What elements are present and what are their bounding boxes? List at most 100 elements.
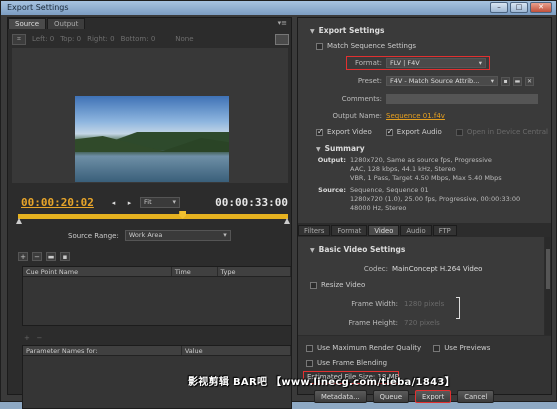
crop-bottom[interactable]: Bottom: 0 xyxy=(121,35,156,43)
basic-video-heading[interactable]: ▼ Basic Video Settings xyxy=(310,245,405,254)
preset-row: Preset: F4V - Match Source Attrib... ▪ ▬… xyxy=(350,76,534,86)
frame-width-label: Frame Width: xyxy=(351,300,398,308)
previews-checkbox[interactable] xyxy=(433,344,441,352)
max-render-label: Use Maximum Render Quality xyxy=(317,344,422,352)
export-settings-heading[interactable]: ▼ Export Settings xyxy=(310,26,384,35)
maximize-button[interactable]: □ xyxy=(510,2,528,13)
resize-label: Resize Video xyxy=(321,281,366,289)
work-area-bar[interactable] xyxy=(18,214,288,219)
video-settings-section: ▼ Basic Video Settings Codec: MainConcept… xyxy=(298,237,544,335)
expand-triangle-icon[interactable]: ▼ xyxy=(310,28,315,35)
col-type[interactable]: Type xyxy=(218,267,291,276)
param-table-header: Parameter Names for: Value xyxy=(23,346,291,356)
left-tabs: Source Output xyxy=(8,18,86,30)
match-sequence-row[interactable]: Match Sequence Settings xyxy=(316,42,416,50)
format-label: Format: xyxy=(354,59,382,67)
export-button[interactable]: Export xyxy=(415,390,452,403)
zoom-fit-select[interactable]: Fit xyxy=(140,197,180,208)
max-render-checkbox[interactable] xyxy=(306,344,313,352)
panel-menu-icon[interactable]: ▾≡ xyxy=(278,19,287,27)
source-range-select[interactable]: Work Area xyxy=(124,230,231,241)
resize-checkbox[interactable] xyxy=(310,281,317,289)
frame-blending-checkbox[interactable] xyxy=(306,359,313,367)
comments-input[interactable] xyxy=(386,94,538,104)
window-title: Export Settings xyxy=(7,3,69,12)
col-value[interactable]: Value xyxy=(182,346,291,355)
crop-left[interactable]: Left: 0 xyxy=(32,35,54,43)
previews-label: Use Previews xyxy=(444,344,491,352)
resize-row[interactable]: Resize Video xyxy=(310,281,365,289)
tab-output[interactable]: Output xyxy=(47,18,86,29)
aspect-view-icon[interactable] xyxy=(275,34,289,45)
export-audio-checkbox[interactable] xyxy=(385,127,393,136)
preview-area xyxy=(12,48,288,183)
summary-source: Source: Sequence, Sequence 01 1280x720 (… xyxy=(316,186,520,213)
set-out-point-icon[interactable]: ▸ xyxy=(124,198,135,208)
tab-ftp[interactable]: FTP xyxy=(432,225,457,236)
remove-cue-icon[interactable]: − xyxy=(32,252,42,261)
minimize-button[interactable]: – xyxy=(490,2,508,13)
crop-right[interactable]: Right: 0 xyxy=(87,35,114,43)
crop-top[interactable]: Top: 0 xyxy=(60,35,81,43)
scroll-thumb[interactable] xyxy=(546,249,550,289)
frame-blending-label: Use Frame Blending xyxy=(317,359,388,367)
current-timecode[interactable]: 00:00:20:02 xyxy=(21,196,94,209)
save-icon[interactable]: ▪ xyxy=(60,252,70,261)
crop-icon[interactable]: ⌗ xyxy=(12,33,26,45)
add-cue-icon[interactable]: + xyxy=(18,252,28,261)
window-controls: – □ ✕ xyxy=(490,2,552,13)
tab-filters[interactable]: Filters xyxy=(298,225,331,236)
queue-button[interactable]: Queue xyxy=(372,390,410,403)
frame-height-value: 720 pixels xyxy=(404,319,440,327)
summary-output: Output: 1280x720, Same as source fps, Pr… xyxy=(316,156,502,183)
delete-preset-icon[interactable]: ✕ xyxy=(525,76,534,86)
video-triangle-icon[interactable]: ▼ xyxy=(310,247,315,254)
video-scrollbar[interactable] xyxy=(545,237,551,335)
preset-select[interactable]: F4V - Match Source Attrib... xyxy=(386,76,498,86)
col-cue-name[interactable]: Cue Point Name xyxy=(23,267,172,276)
tab-format[interactable]: Format xyxy=(331,225,368,236)
frame-width-row: Frame Width: 1280 pixels xyxy=(328,300,444,308)
summary-output-label: Output: xyxy=(317,156,346,164)
title-bar: Export Settings – □ ✕ xyxy=(1,1,556,15)
format-select[interactable]: FLV | F4V xyxy=(386,58,486,68)
folder-icon[interactable]: ▬ xyxy=(46,252,56,261)
metadata-button[interactable]: Metadata... xyxy=(314,390,367,403)
summary-triangle-icon[interactable]: ▼ xyxy=(316,146,321,153)
format-row: Format: FLV | F4V xyxy=(350,58,486,68)
match-sequence-checkbox[interactable] xyxy=(316,42,323,50)
export-video-checkbox[interactable] xyxy=(316,127,324,136)
close-button[interactable]: ✕ xyxy=(530,2,552,13)
codec-value: MainConcept H.264 Video xyxy=(392,265,483,273)
settings-tabs: Filters Format Video Audio FTP xyxy=(298,225,458,237)
export-toggles-row: Export Video Export Audio Open in Device… xyxy=(316,127,548,136)
frame-height-label: Frame Height: xyxy=(348,319,398,327)
tab-source[interactable]: Source xyxy=(8,18,47,29)
settings-panel: ▼ Export Settings Match Sequence Settings… xyxy=(297,17,552,403)
set-in-point-icon[interactable]: ◂ xyxy=(108,198,119,208)
param-add-remove: + − xyxy=(24,334,43,342)
source-range-label: Source Range: xyxy=(68,231,119,240)
summary-source-line: 1280x720 (1.0), 25.00 fps, Progressive, … xyxy=(350,195,521,203)
match-sequence-label: Match Sequence Settings xyxy=(327,42,417,50)
frame-blending-row[interactable]: Use Frame Blending xyxy=(306,359,387,367)
timeline: 00:00:20:02 ◂ ▸ Fit 00:00:33:00 xyxy=(16,194,292,234)
summary-output-line: VBR, 1 Pass, Target 4.50 Mbps, Max 5.40 … xyxy=(350,174,502,182)
output-name-link[interactable]: Sequence 01.f4v xyxy=(386,112,445,120)
crop-preset[interactable]: None xyxy=(175,35,193,43)
crop-toolbar: ⌗ Left: 0 Top: 0 Right: 0 Bottom: 0 None xyxy=(12,32,288,46)
codec-row: Codec: MainConcept H.264 Video xyxy=(338,265,483,273)
summary-heading[interactable]: ▼ Summary xyxy=(316,144,365,153)
summary-source-line: Sequence, Sequence 01 xyxy=(350,186,429,194)
max-render-row[interactable]: Use Maximum Render Quality Use Previews xyxy=(306,344,490,352)
tab-video[interactable]: Video xyxy=(368,225,400,236)
export-video-label: Export Video xyxy=(327,128,372,136)
col-param-name[interactable]: Parameter Names for: xyxy=(23,346,182,355)
summary-output-line: AAC, 128 kbps, 44.1 kHz, Stereo xyxy=(350,165,456,173)
cancel-button[interactable]: Cancel xyxy=(457,390,495,403)
import-preset-icon[interactable]: ▬ xyxy=(513,76,522,86)
watermark-text: 影视剪辑 BAR吧 【www.linecg.com/tieba/1843】 xyxy=(188,377,455,388)
save-preset-icon[interactable]: ▪ xyxy=(501,76,510,86)
tab-audio[interactable]: Audio xyxy=(400,225,432,236)
col-time[interactable]: Time xyxy=(172,267,218,276)
